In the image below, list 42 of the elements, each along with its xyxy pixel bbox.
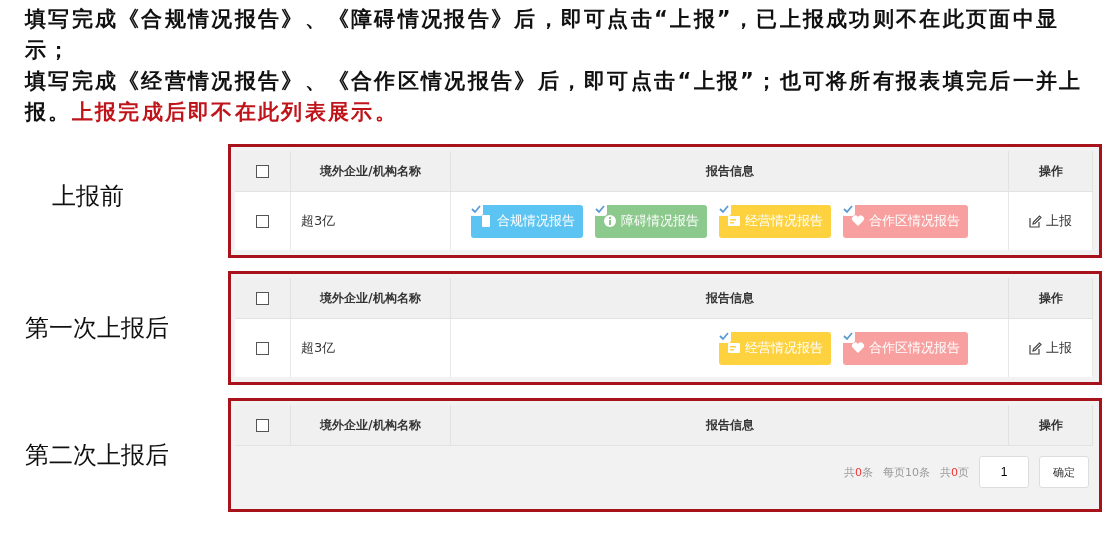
heart-icon [851, 214, 865, 228]
column-header: 境外企业/机构名称 [291, 405, 451, 446]
report-button[interactable]: 合作区情况报告 [843, 204, 968, 238]
stage-label: 第一次上报后 [24, 313, 170, 344]
report-button[interactable]: 经营情况报告 [719, 204, 831, 238]
stage-label: 第二次上报后 [24, 440, 170, 471]
report-button[interactable]: 障碍情况报告 [595, 204, 707, 238]
confirm-button[interactable]: 确定 [1039, 456, 1089, 488]
checkbox[interactable] [256, 418, 269, 432]
column-header: 报告信息 [451, 278, 1009, 319]
form-icon [727, 341, 741, 355]
column-header: 境外企业/机构名称 [291, 278, 451, 319]
checkbox[interactable] [256, 164, 269, 178]
checkbox[interactable] [256, 214, 269, 228]
edit-icon [1029, 341, 1042, 355]
report-button[interactable]: 经营情况报告 [719, 331, 831, 365]
instruction-text: 填写完成《合规情况报告》、《障碍情况报告》后，即可点击“上报”，已上报成功则不在此页面中显示； [25, 6, 1061, 64]
page-count: 共0页 [940, 464, 969, 480]
column-header: 报告信息 [451, 405, 1009, 446]
checkbox[interactable] [256, 291, 269, 305]
report-button[interactable]: 合作区情况报告 [843, 331, 968, 365]
stage-label: 上报前 [51, 181, 125, 212]
heart-icon [851, 341, 865, 355]
column-header: 操作 [1009, 151, 1093, 192]
checkbox[interactable] [256, 341, 269, 355]
form-icon [727, 214, 741, 228]
total-count: 共0条 [844, 464, 873, 480]
page-input[interactable]: 1 [979, 456, 1029, 488]
page-size: 每页10条 [883, 464, 930, 480]
report-link[interactable]: 上报 [1029, 339, 1072, 357]
report-link[interactable]: 上报 [1029, 212, 1072, 230]
report-button[interactable]: 合规情况报告 [471, 204, 583, 238]
document-icon [479, 214, 493, 228]
company-name: 超3亿 [301, 339, 336, 357]
info-icon [603, 214, 617, 228]
edit-icon [1029, 214, 1042, 228]
instruction-text: 填写完成《经营情况报告》、《合作区情况报告》后，即可点击“上报”；也可将所有报表填完后一并上报。上报完成后即不在此列表展示。 [25, 68, 1084, 126]
column-header: 操作 [1009, 405, 1093, 446]
column-header: 境外企业/机构名称 [291, 151, 451, 192]
company-name: 超3亿 [301, 212, 336, 230]
column-header: 报告信息 [451, 151, 1009, 192]
column-header: 操作 [1009, 278, 1093, 319]
